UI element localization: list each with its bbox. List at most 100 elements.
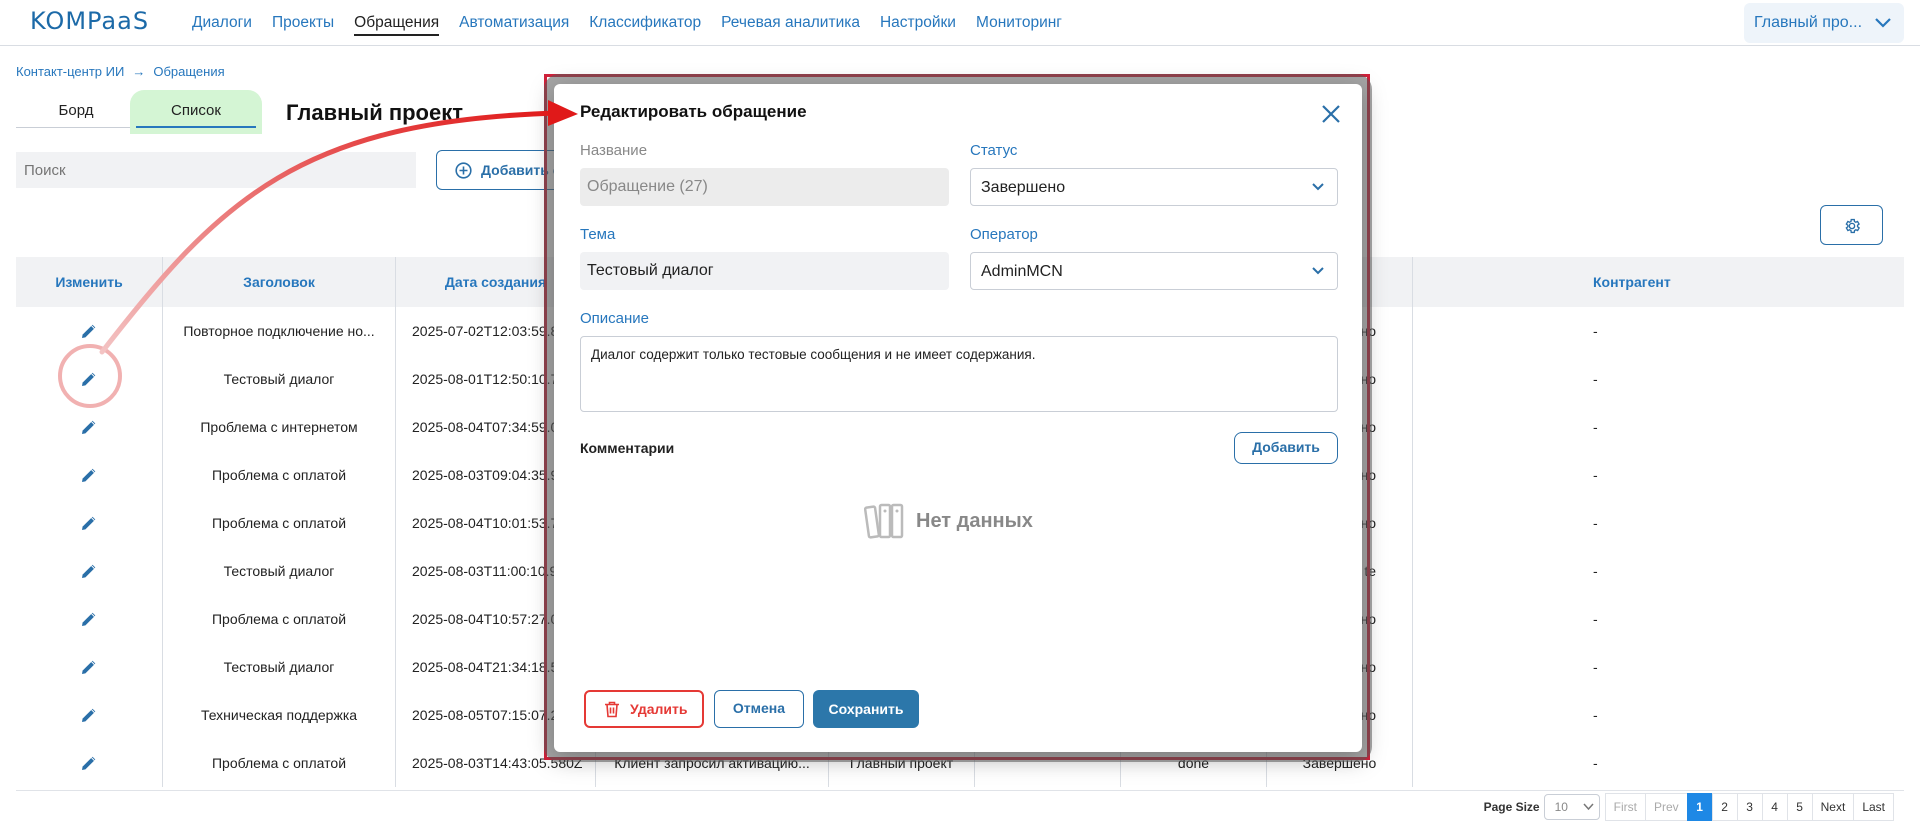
top-navigation-bar: KOMPaaS Диалоги Проекты Обращения Автома… bbox=[0, 0, 1920, 46]
comments-label: Комментарии bbox=[580, 440, 675, 456]
empty-state-text: Нет данных bbox=[916, 509, 1033, 532]
page-next-button[interactable]: Next bbox=[1811, 793, 1855, 821]
project-selector[interactable]: Главный про... bbox=[1744, 3, 1904, 43]
nav-item-dialogs[interactable]: Диалоги bbox=[182, 0, 262, 46]
save-button[interactable]: Сохранить bbox=[813, 690, 919, 728]
page-5-button[interactable]: 5 bbox=[1786, 793, 1813, 821]
pencil-icon bbox=[82, 516, 96, 530]
column-9-cell bbox=[1413, 595, 1559, 643]
nav-item-automation[interactable]: Автоматизация bbox=[449, 0, 579, 46]
counterparty-cell: - bbox=[1593, 707, 1598, 723]
page-3-button[interactable]: 3 bbox=[1736, 793, 1763, 821]
logo[interactable]: KOMPaaS bbox=[30, 7, 149, 35]
edit-cell[interactable] bbox=[16, 739, 163, 787]
nav-item-classifier[interactable]: Классификатор bbox=[579, 0, 711, 46]
edit-cell[interactable] bbox=[16, 307, 163, 355]
view-tabs: Борд Список bbox=[16, 96, 256, 128]
page-2-button[interactable]: 2 bbox=[1711, 793, 1738, 821]
plus-circle-icon bbox=[455, 162, 472, 179]
nav-item-speech-analytics[interactable]: Речевая аналитика bbox=[711, 0, 870, 46]
breadcrumb-separator: → bbox=[132, 64, 146, 79]
edit-cell[interactable] bbox=[16, 355, 163, 403]
topic-field[interactable]: Тестовый диалог bbox=[580, 252, 949, 290]
delete-label: Удалить bbox=[630, 701, 688, 717]
page-size-label: Page Size bbox=[1483, 800, 1540, 814]
counterparty-cell: - bbox=[1593, 563, 1598, 579]
edit-cell[interactable] bbox=[16, 499, 163, 547]
nav-item-monitoring[interactable]: Мониторинг bbox=[966, 0, 1072, 46]
empty-state: Нет данных bbox=[864, 502, 1033, 540]
description-textarea[interactable]: Диалог содержит только тестовые сообщени… bbox=[580, 336, 1338, 412]
description-label: Описание bbox=[580, 310, 650, 327]
edit-cell[interactable] bbox=[16, 595, 163, 643]
breadcrumb: Контакт-центр ИИ → Обращения bbox=[16, 64, 225, 79]
edit-cell[interactable] bbox=[16, 643, 163, 691]
pencil-icon bbox=[82, 660, 96, 674]
title-cell: Повторное подключение но... bbox=[163, 307, 396, 355]
title-cell: Проблема с оплатой bbox=[163, 499, 396, 547]
page-prev-button[interactable]: Prev bbox=[1644, 793, 1688, 821]
pencil-icon bbox=[82, 612, 96, 626]
breadcrumb-current[interactable]: Обращения bbox=[153, 64, 224, 79]
close-icon[interactable] bbox=[1319, 102, 1343, 126]
cancel-button[interactable]: Отмена bbox=[714, 690, 804, 728]
column-9-cell bbox=[1413, 307, 1559, 355]
title-cell: Техническая поддержка bbox=[163, 691, 396, 739]
column-9-cell bbox=[1413, 403, 1559, 451]
title-cell: Проблема с оплатой bbox=[163, 451, 396, 499]
column-9-cell bbox=[1413, 643, 1559, 691]
counterparty-cell: - bbox=[1593, 371, 1598, 387]
page-first-button[interactable]: First bbox=[1604, 793, 1646, 821]
operator-select[interactable]: AdminMCN bbox=[970, 252, 1338, 290]
counterparty-cell: - bbox=[1593, 419, 1598, 435]
counterparty-cell: - bbox=[1593, 467, 1598, 483]
main-nav: Диалоги Проекты Обращения Автоматизация … bbox=[182, 0, 1072, 46]
pagination: Page Size 10 First Prev 1 2 3 4 5 Next L… bbox=[16, 790, 1904, 826]
table-settings-button[interactable] bbox=[1820, 205, 1883, 245]
status-label: Статус bbox=[970, 142, 1018, 159]
edit-cell[interactable] bbox=[16, 547, 163, 595]
breadcrumb-root[interactable]: Контакт-центр ИИ bbox=[16, 64, 124, 79]
tab-list[interactable]: Список bbox=[136, 96, 256, 128]
project-selector-label: Главный про... bbox=[1754, 14, 1863, 31]
pencil-icon bbox=[82, 420, 96, 434]
add-comment-button[interactable]: Добавить bbox=[1234, 432, 1338, 464]
trash-icon bbox=[605, 701, 619, 718]
gear-icon bbox=[1845, 218, 1861, 234]
column-header-counterparty[interactable]: Контрагент bbox=[1559, 257, 1904, 307]
page-size-value: 10 bbox=[1554, 800, 1568, 814]
chevron-down-icon bbox=[1312, 267, 1324, 275]
pencil-icon bbox=[82, 564, 96, 578]
column-header-edit[interactable]: Изменить bbox=[16, 257, 163, 307]
page-1-button[interactable]: 1 bbox=[1686, 793, 1713, 821]
edit-cell[interactable] bbox=[16, 691, 163, 739]
delete-button[interactable]: Удалить bbox=[584, 690, 704, 728]
pencil-icon bbox=[82, 756, 96, 770]
nav-item-projects[interactable]: Проекты bbox=[262, 0, 344, 46]
page-last-button[interactable]: Last bbox=[1853, 793, 1894, 821]
column-9-cell bbox=[1413, 739, 1559, 787]
topic-label: Тема bbox=[580, 226, 616, 243]
chevron-down-icon bbox=[1875, 18, 1891, 28]
status-select[interactable]: Завершено bbox=[970, 168, 1338, 206]
column-9-cell bbox=[1413, 691, 1559, 739]
edit-request-modal: Редактировать обращение Название Обращен… bbox=[554, 84, 1362, 752]
page-4-button[interactable]: 4 bbox=[1761, 793, 1788, 821]
page-size-select[interactable]: 10 bbox=[1543, 794, 1600, 820]
counterparty-cell: - bbox=[1593, 323, 1598, 339]
nav-item-settings[interactable]: Настройки bbox=[870, 0, 966, 46]
column-header-title[interactable]: Заголовок bbox=[163, 257, 396, 307]
edit-cell[interactable] bbox=[16, 403, 163, 451]
title-cell: Проблема с оплатой bbox=[163, 739, 396, 787]
edit-cell[interactable] bbox=[16, 451, 163, 499]
column-9-cell bbox=[1413, 499, 1559, 547]
title-cell: Тестовый диалог bbox=[163, 547, 396, 595]
tab-board[interactable]: Борд bbox=[16, 96, 136, 128]
modal-title: Редактировать обращение bbox=[580, 102, 807, 121]
search-input[interactable] bbox=[16, 152, 416, 188]
pencil-icon bbox=[82, 708, 96, 722]
chevron-down-icon bbox=[1312, 183, 1324, 191]
column-header-9[interactable] bbox=[1413, 257, 1559, 307]
nav-item-requests[interactable]: Обращения bbox=[344, 0, 449, 46]
column-9-cell bbox=[1413, 547, 1559, 595]
